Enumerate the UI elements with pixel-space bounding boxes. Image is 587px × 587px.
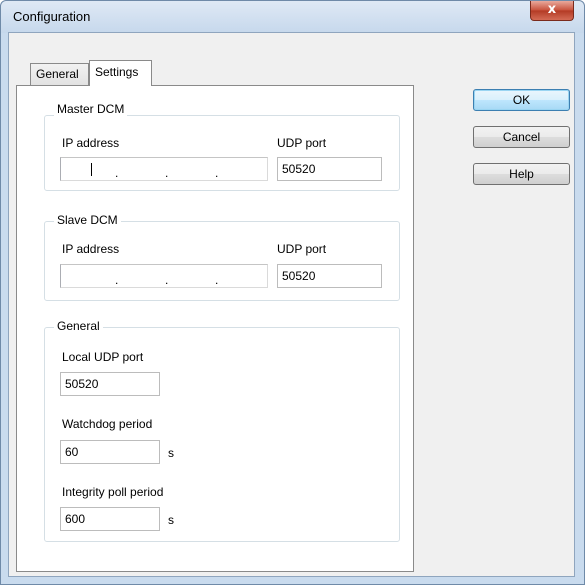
help-button[interactable]: Help (473, 163, 570, 185)
watchdog-period-label: Watchdog period (62, 417, 153, 431)
master-ip-field[interactable]: . . . (60, 157, 268, 181)
local-udp-port-label: Local UDP port (62, 350, 144, 364)
master-ip-label: IP address (62, 136, 120, 150)
text-caret (91, 163, 92, 176)
close-icon: x (547, 2, 557, 17)
integrity-poll-period-input[interactable]: 600 (60, 507, 160, 531)
ip-separator: . (215, 166, 219, 180)
ok-button[interactable]: OK (473, 89, 570, 111)
title-bar[interactable]: Configuration x (1, 1, 584, 33)
local-udp-port-input[interactable]: 50520 (60, 372, 160, 396)
close-button[interactable]: x (530, 1, 574, 21)
window-title: Configuration (13, 9, 91, 24)
ip-separator: . (115, 273, 119, 287)
watchdog-period-input[interactable]: 60 (60, 440, 160, 464)
tab-settings[interactable]: Settings (89, 60, 152, 86)
slave-udp-port-input[interactable]: 50520 (277, 264, 382, 288)
master-udp-port-input[interactable]: 50520 (277, 157, 382, 181)
ip-separator: . (115, 166, 119, 180)
master-dcm-title: Master DCM (54, 102, 128, 116)
slave-dcm-title: Slave DCM (54, 213, 121, 227)
slave-udp-label: UDP port (277, 242, 327, 256)
cancel-button[interactable]: Cancel (473, 126, 570, 148)
integrity-poll-period-label: Integrity poll period (62, 485, 164, 499)
general-group-title: General (54, 319, 103, 333)
slave-ip-field[interactable]: . . . (60, 264, 268, 288)
slave-ip-label: IP address (62, 242, 120, 256)
ip-separator: . (165, 166, 169, 180)
master-udp-label: UDP port (277, 136, 327, 150)
tab-general[interactable]: General (30, 63, 89, 85)
watchdog-unit-label: s (168, 446, 174, 460)
ip-separator: . (215, 273, 219, 287)
integrity-unit-label: s (168, 513, 174, 527)
slave-dcm-group (44, 221, 400, 301)
ip-separator: . (165, 273, 169, 287)
